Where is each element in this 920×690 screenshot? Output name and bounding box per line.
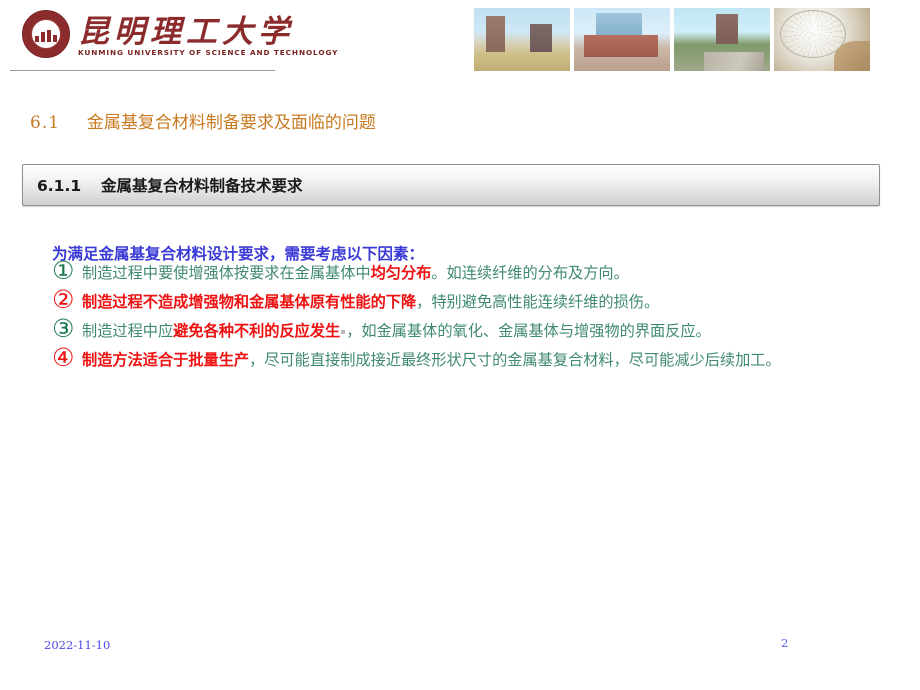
item-3-highlight: 避免各种不利的反应发生	[173, 322, 341, 340]
item-2-highlight: 制造过程不造成增强物和金属基体原有性能的下降	[82, 293, 417, 311]
render-artifact-square	[341, 330, 346, 334]
item-1-part2: 。如连续纤维的分布及方向。	[431, 264, 629, 282]
list-item: ① 制造过程中要使增强体按要求在金属基体中均匀分布。如连续纤维的分布及方向。	[52, 258, 892, 286]
university-seal-icon	[22, 10, 70, 58]
list-item: ② 制造过程不造成增强物和金属基体原有性能的下降，特别避免高性能连续纤维的损伤。	[52, 287, 892, 315]
list-item-text-2: 制造过程不造成增强物和金属基体原有性能的下降，特别避免高性能连续纤维的损伤。	[82, 287, 892, 315]
section-heading: 6.1 金属基复合材料制备要求及面临的问题	[30, 108, 376, 133]
section-number: 6.1	[30, 113, 61, 133]
campus-photo-glass-dome	[774, 8, 870, 71]
seal-inner-ring	[31, 19, 61, 49]
seal-mountain-mark-icon	[35, 29, 57, 42]
university-logo: 昆明理工大学 KUNMING UNIVERSITY OF SCIENCE AND…	[10, 4, 337, 71]
logo-english-name: KUNMING UNIVERSITY OF SCIENCE AND TECHNO…	[78, 48, 339, 57]
requirement-list: ① 制造过程中要使增强体按要求在金属基体中均匀分布。如连续纤维的分布及方向。 ②…	[52, 258, 892, 374]
item-3-part2: ，如金属基体的氧化、金属基体与增强物的界面反应。	[346, 322, 711, 340]
subsection-banner: 6.1.1 金属基复合材料制备技术要求	[22, 164, 880, 206]
subsection-title-text: 金属基复合材料制备技术要求	[100, 177, 303, 195]
item-2-part2: ，特别避免高性能连续纤维的损伤。	[416, 293, 660, 311]
list-item-text-1: 制造过程中要使增强体按要求在金属基体中均匀分布。如连续纤维的分布及方向。	[82, 258, 892, 286]
list-item: ④ 制造方法适合于批量生产，尽可能直接制成接近最终形状尺寸的金属基复合材料，尽可…	[52, 345, 892, 373]
list-marker-4: ④	[52, 343, 75, 372]
slide-header: 昆明理工大学 KUNMING UNIVERSITY OF SCIENCE AND…	[0, 0, 920, 88]
campus-photo-main-building	[574, 8, 670, 71]
campus-photo-strip	[474, 8, 870, 71]
footer-date: 2022-11-10	[44, 638, 111, 652]
list-marker-3: ③	[52, 314, 75, 343]
list-item-text-3: 制造过程中应避免各种不利的反应发生 ，如金属基体的氧化、金属基体与增强物的界面反应…	[82, 316, 892, 344]
logo-chinese-name: 昆明理工大学	[78, 14, 294, 50]
subsection-heading: 6.1.1 金属基复合材料制备技术要求	[23, 174, 302, 196]
item-1-part1: 制造过程中要使增强体按要求在金属基体中	[82, 264, 371, 282]
item-4-highlight: 制造方法适合于批量生产	[82, 351, 250, 369]
item-3-part1: 制造过程中应	[82, 322, 174, 340]
campus-photo-road-trees	[674, 8, 770, 71]
list-item: ③ 制造过程中应避免各种不利的反应发生 ，如金属基体的氧化、金属基体与增强物的界面…	[52, 316, 892, 344]
list-marker-1: ①	[52, 256, 75, 285]
campus-photo-towers-field	[474, 8, 570, 71]
subsection-number: 6.1.1	[37, 177, 82, 195]
list-item-text-4: 制造方法适合于批量生产，尽可能直接制成接近最终形状尺寸的金属基复合材料，尽可能减…	[82, 345, 892, 373]
footer-page-number: 2	[781, 636, 789, 650]
logo-divider	[10, 70, 275, 71]
item-1-highlight: 均匀分布	[370, 264, 432, 282]
item-4-part2: ，尽可能直接制成接近最终形状尺寸的金属基复合材料，尽可能减少后续加工。	[249, 351, 781, 369]
section-title-text: 金属基复合材料制备要求及面临的问题	[86, 113, 376, 133]
list-marker-2: ②	[52, 285, 75, 314]
